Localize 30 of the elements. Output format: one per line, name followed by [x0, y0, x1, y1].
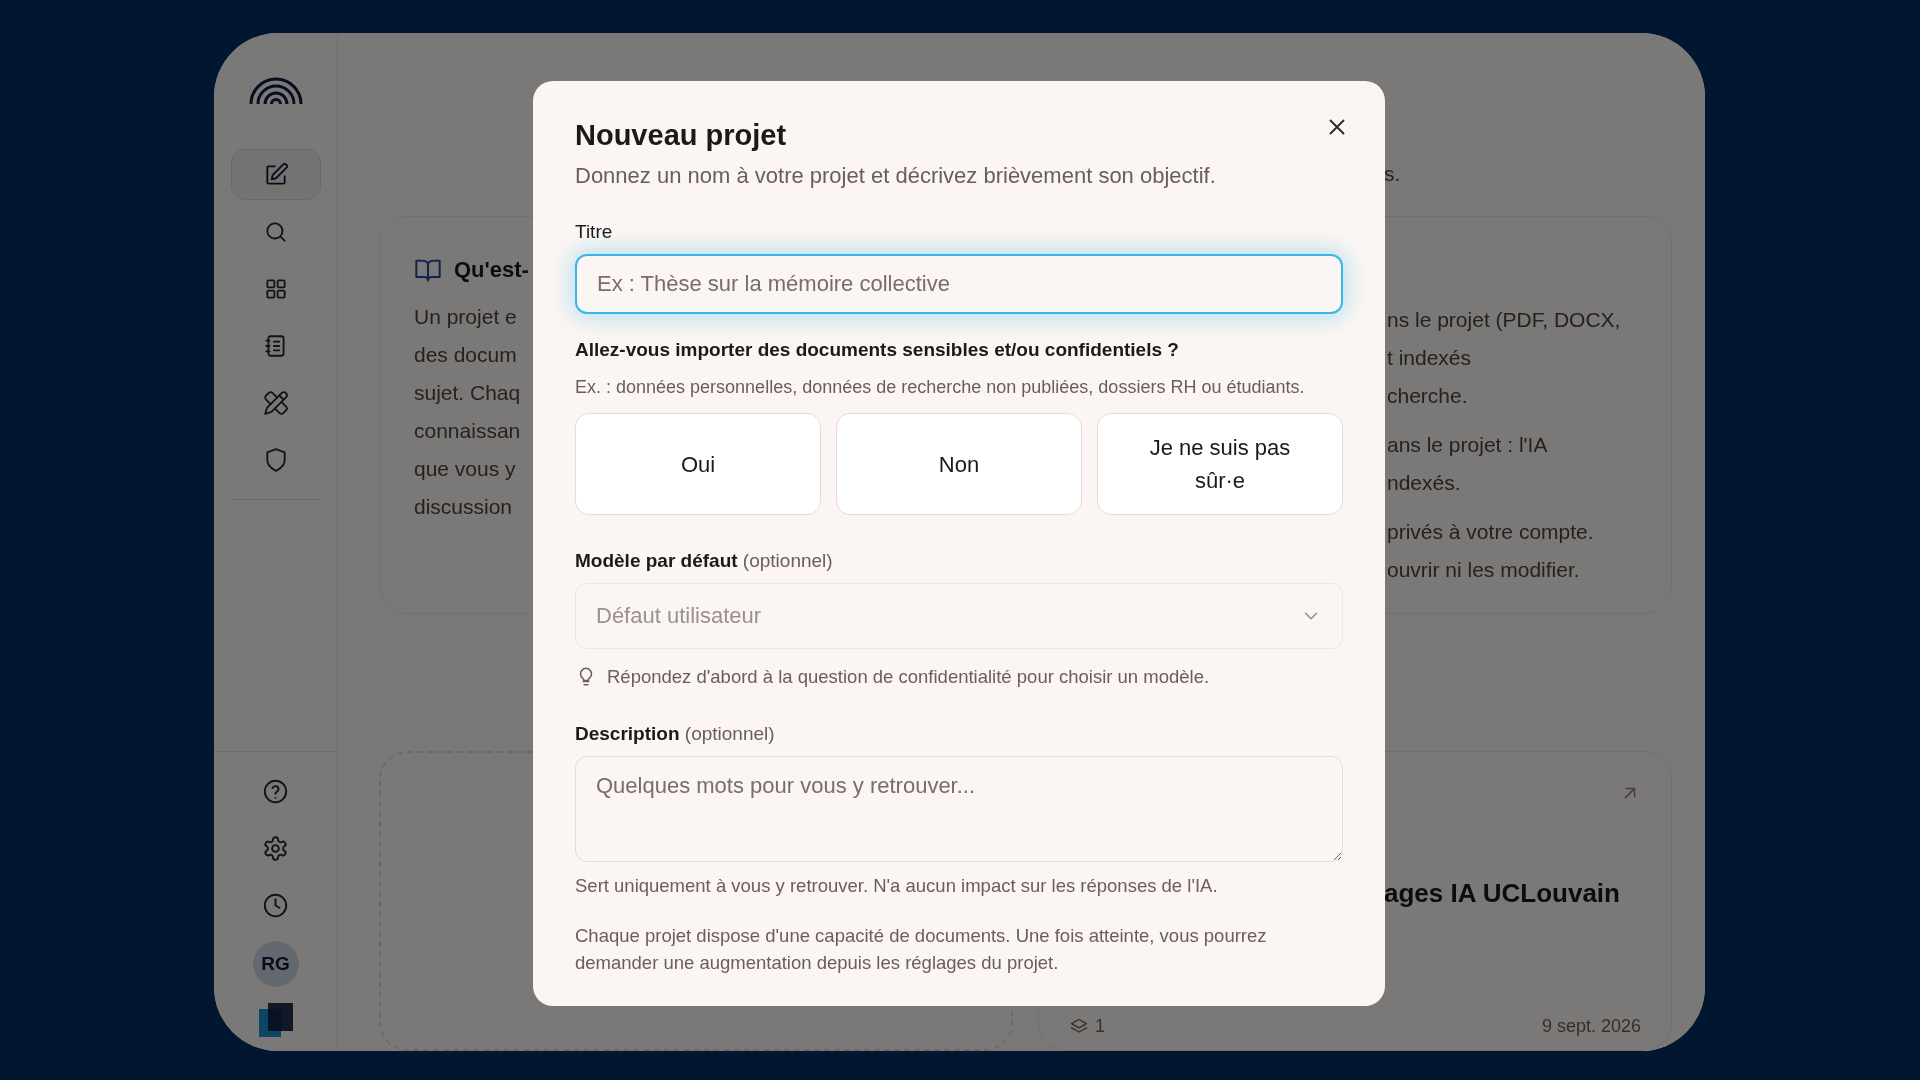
- field-label: Titre: [575, 220, 613, 244]
- card-text-line: connaissan: [414, 418, 521, 444]
- field-label: Description: [575, 723, 680, 745]
- intro-text: s.: [1384, 162, 1401, 185]
- card-text-line: ans le projet : l'IA: [1387, 432, 1548, 458]
- card-text-line: discussion: [414, 494, 513, 520]
- capacity-note: Chaque projet dispose d'une capacité de documents. Une fois atteinte, vous pourrez demander une augmentation depuis les réglages du projet.: [575, 923, 1268, 975]
- card-text-line: Un projet e: [414, 304, 517, 330]
- project-date: 9 sept. 2026: [1541, 1015, 1641, 1038]
- dialog-subtitle: Donnez un nom à votre projet et décrivez brièvement son objectif.: [575, 162, 1217, 190]
- card-title: Qu'est-: [454, 256, 529, 284]
- card-text-line: des docum: [414, 342, 517, 368]
- card-text-line: que vous y: [414, 456, 516, 482]
- document-count: 1: [1095, 1015, 1105, 1038]
- card-text-line: ndexés.: [1387, 470, 1461, 496]
- card-text-line: privés à votre compte.: [1387, 519, 1594, 545]
- optional-label: (optionnel): [684, 723, 775, 745]
- project-title: ages IA UCLouvain: [1384, 878, 1620, 908]
- card-text-line: t indexés: [1387, 345, 1472, 371]
- card-text-line: sujet. Chaq: [414, 380, 521, 406]
- card-text-line: ns le projet (PDF, DOCX,: [1387, 307, 1621, 333]
- question-text: Allez-vous importer des documents sensibles et/ou confidentiels ?: [575, 337, 1180, 362]
- question-hint: Ex. : données personnelles, données de recherche non publiées, dossiers RH ou étudiants.: [575, 376, 1306, 399]
- model-tip: Répondez d'abord à la question de confidentialité pour choisir un modèle.: [607, 664, 1210, 689]
- field-label: Modèle par défaut: [575, 550, 738, 571]
- dialog-title: Nouveau projet: [575, 118, 787, 153]
- card-text-line: cherche.: [1387, 383, 1468, 409]
- description-help: Sert uniquement à vous y retrouver. N'a aucun impact sur les réponses de l'IA.: [575, 873, 1219, 898]
- optional-label: (optionnel): [742, 550, 833, 571]
- card-text-line: ouvrir ni les modifier.: [1387, 557, 1580, 583]
